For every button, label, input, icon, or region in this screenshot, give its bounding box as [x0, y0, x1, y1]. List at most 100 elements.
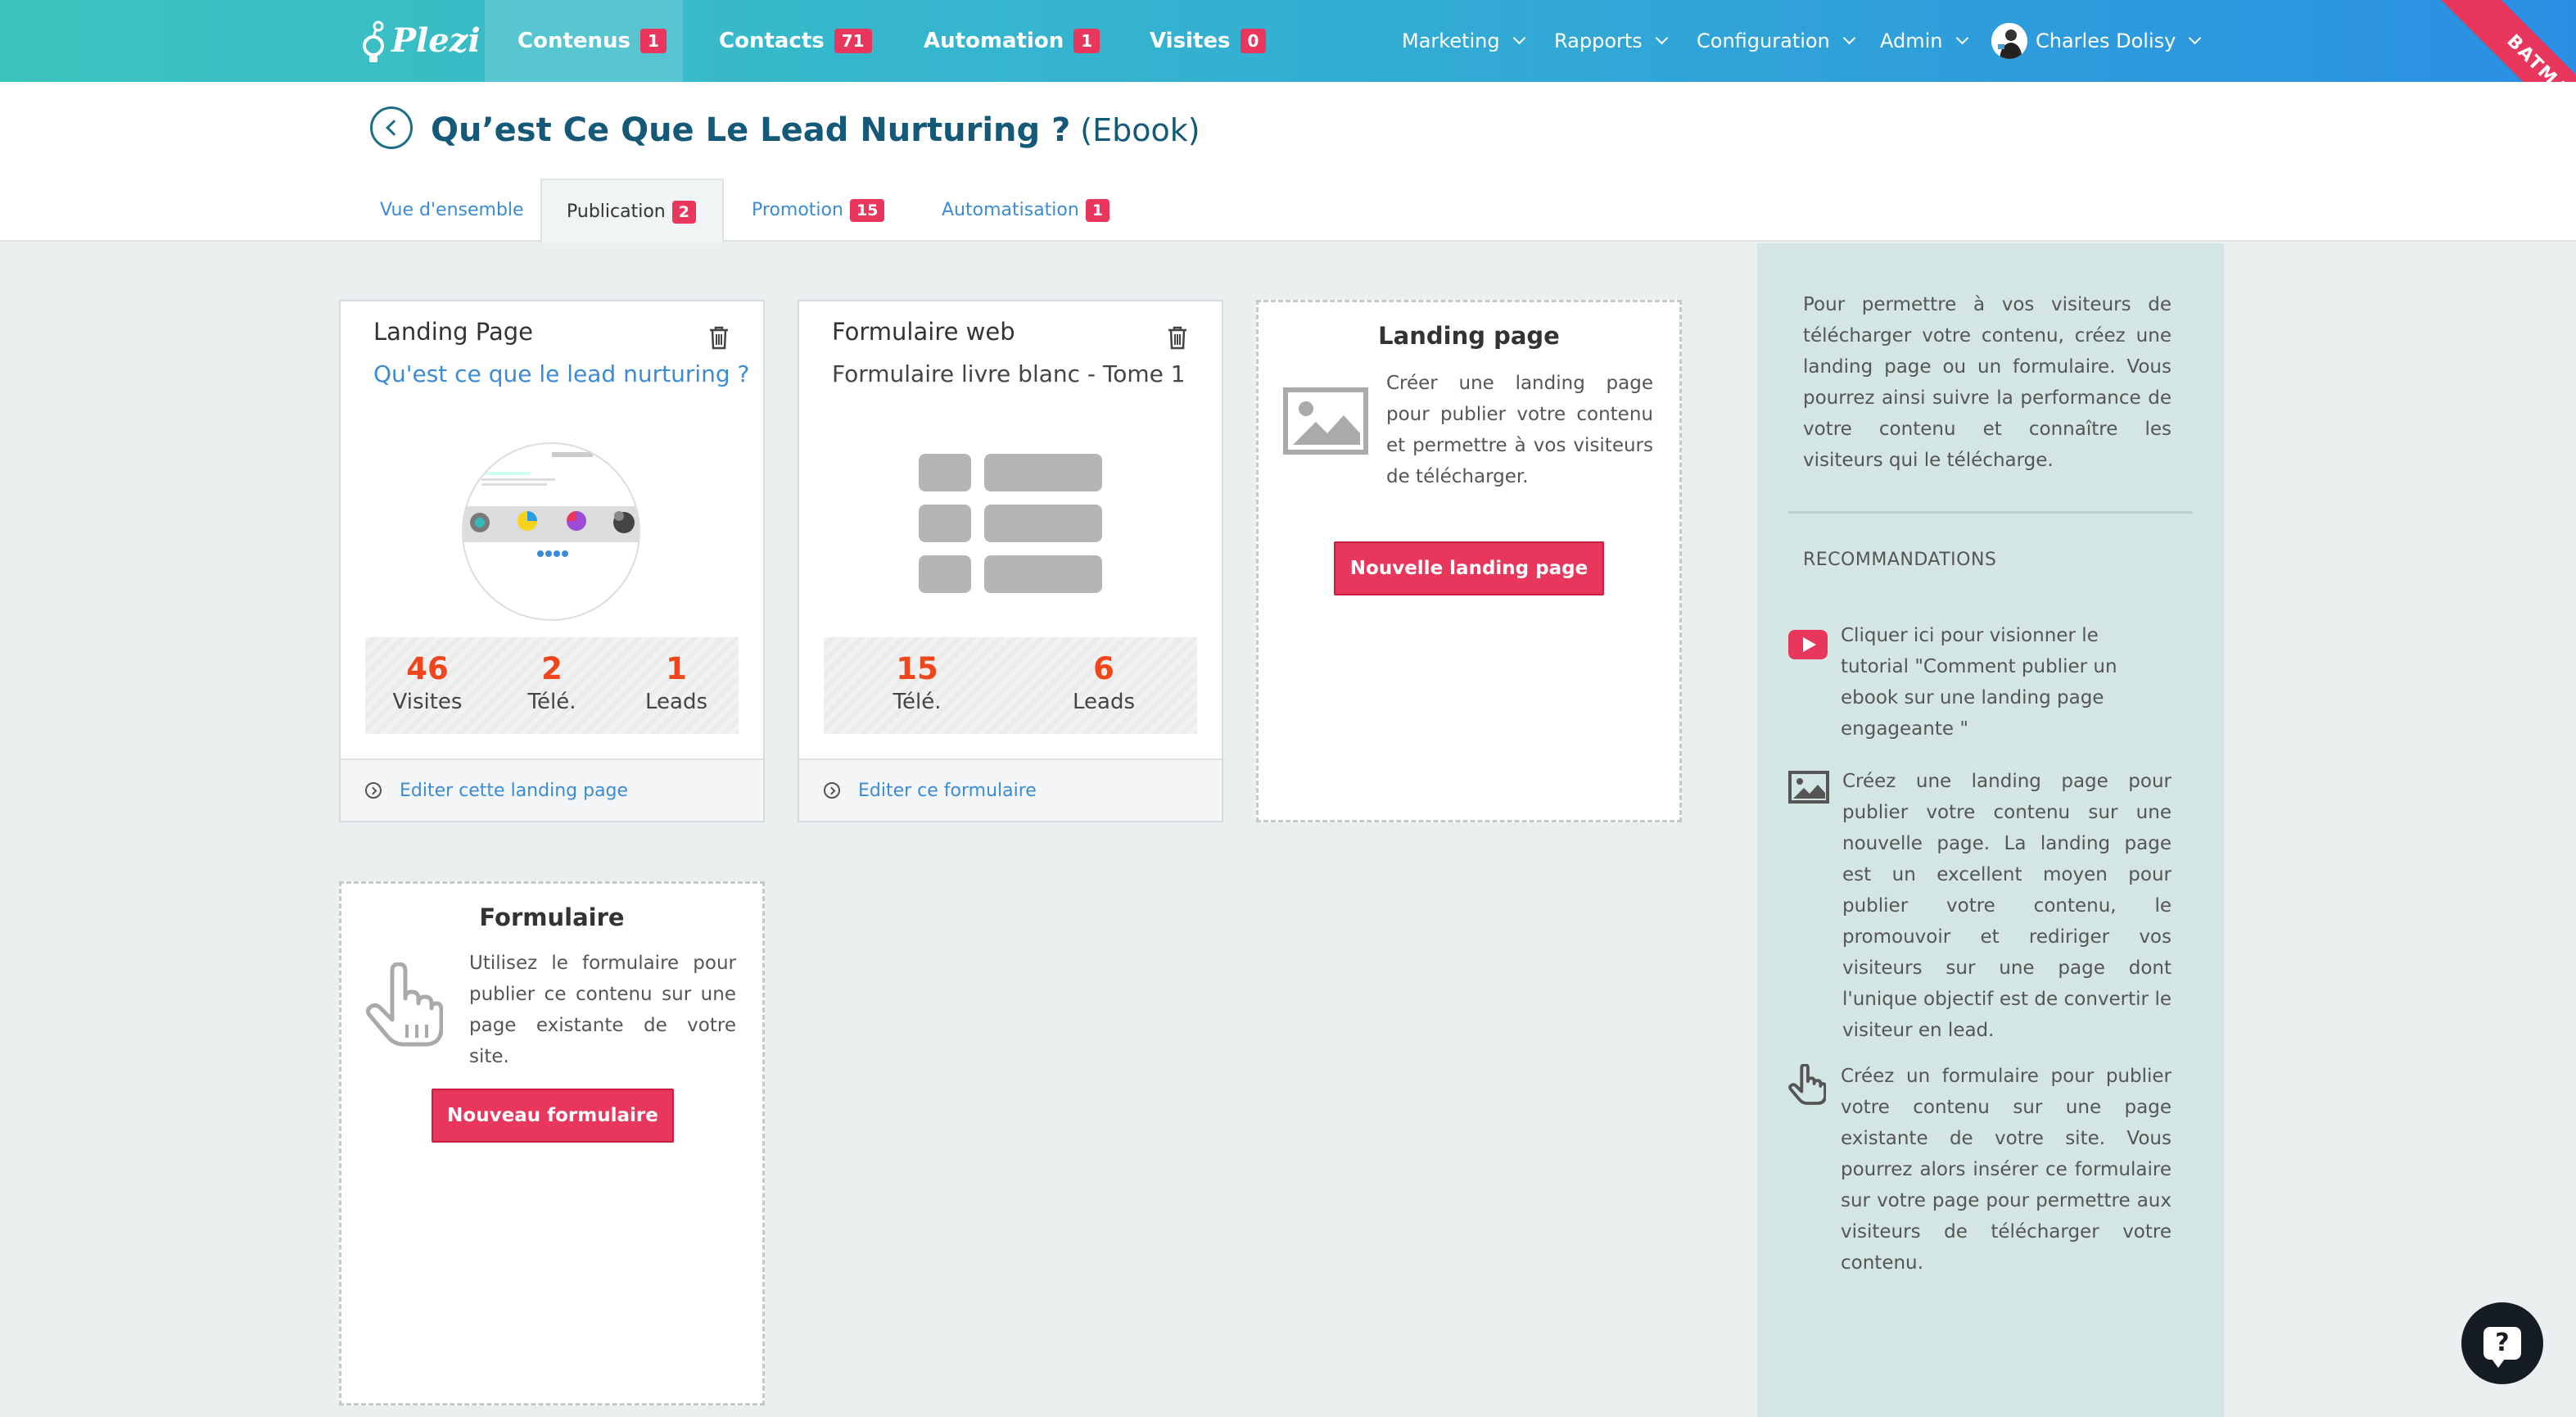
nav-label: Automation	[924, 29, 1064, 53]
menu-label: Marketing	[1402, 29, 1500, 52]
sidebar-heading: RECOMMANDATIONS	[1803, 550, 1997, 570]
web-form-card: Formulaire web Formulaire livre blanc - …	[798, 300, 1223, 822]
landing-page-card: Landing Page Qu'est ce que le lead nurtu…	[339, 300, 765, 822]
nav-contenus[interactable]: Contenus 1	[485, 0, 683, 82]
stat-label: Leads	[644, 690, 707, 714]
tab-promotion[interactable]: Promotion 15	[752, 179, 885, 242]
menu-admin[interactable]: Admin	[1880, 0, 1968, 82]
chevron-down-icon	[1512, 31, 1525, 44]
edit-form-link[interactable]: Editer ce formulaire	[799, 758, 1222, 821]
tab-badge: 15	[849, 198, 885, 222]
tab-label: Publication	[567, 201, 666, 222]
nav-label: Contacts	[719, 29, 825, 53]
tab-label: Vue d'ensemble	[380, 200, 524, 220]
stat-label: Leads	[1072, 690, 1135, 714]
chevron-left-icon	[385, 120, 402, 136]
web-form-stats: 15 Télé. 6 Leads	[824, 637, 1197, 734]
tab-publication[interactable]: Publication 2	[540, 179, 724, 243]
landing-page-thumbnail[interactable]	[462, 442, 640, 621]
page-header: Qu’est Ce Que Le Lead Nurturing ? (Ebook)…	[0, 82, 2576, 243]
menu-label: Rapports	[1554, 29, 1643, 52]
lightbulb-icon	[359, 18, 388, 62]
stat-leads: 6 Leads	[1010, 637, 1197, 734]
stat-value: 46	[406, 651, 449, 686]
top-navbar: Plezi Contenus 1 Contacts 71 Automation …	[0, 0, 2576, 180]
stat-visits: 46 Visites	[365, 637, 490, 734]
circle-arrow-icon	[824, 782, 840, 799]
menu-configuration[interactable]: Configuration	[1697, 0, 1856, 82]
new-landing-page-card: Landing page Créer une landing page pour…	[1256, 300, 1682, 822]
tab-vue-ensemble[interactable]: Vue d'ensemble	[380, 179, 524, 242]
trash-icon[interactable]	[707, 324, 730, 351]
nav-automation[interactable]: Automation 1	[924, 0, 1100, 82]
sidebar-divider	[1788, 511, 2193, 514]
nav-badge: 0	[1240, 29, 1267, 53]
nav-label: Contenus	[517, 29, 631, 53]
avatar	[1991, 23, 2027, 59]
pointer-hand-icon	[365, 962, 443, 1047]
back-button[interactable]	[370, 106, 413, 149]
user-menu[interactable]: Charles Dolisy	[1991, 0, 2202, 82]
footer-label: Editer ce formulaire	[858, 780, 1037, 801]
nav-label: Visites	[1150, 29, 1231, 53]
stat-value: 2	[541, 651, 563, 686]
tab-label: Promotion	[752, 200, 843, 220]
stat-label: Visites	[392, 690, 463, 714]
chevron-down-icon	[1955, 31, 1968, 44]
stat-label: Télé.	[893, 690, 942, 714]
stat-downloads: 2 Télé.	[490, 637, 614, 734]
stat-downloads: 15 Télé.	[824, 637, 1010, 734]
card-title: Landing Page	[373, 318, 533, 346]
recommendations-sidebar: Pour permettre à vos visiteurs de téléch…	[1757, 243, 2224, 1417]
chevron-down-icon	[2189, 31, 2202, 44]
new-landing-page-button[interactable]: Nouvelle landing page	[1334, 541, 1604, 595]
chevron-down-icon	[1842, 31, 1856, 44]
help-chat-button[interactable]: ?	[2461, 1302, 2543, 1384]
card-description: Créer une landing page pour publier votr…	[1386, 373, 1653, 487]
plezi-logo[interactable]: Plezi	[359, 11, 481, 69]
recommendation-landing-page: Créez une landing page pour publier votr…	[1842, 771, 2172, 1041]
tab-label: Automatisation	[942, 200, 1079, 220]
circle-arrow-icon	[365, 782, 382, 799]
form-placeholder-icon	[919, 454, 1102, 593]
nav-visites[interactable]: Visites 0	[1150, 0, 1267, 82]
content-type: (Ebook)	[1080, 112, 1200, 148]
menu-label: Configuration	[1697, 29, 1830, 52]
pointer-hand-icon	[1788, 1064, 1826, 1105]
image-icon	[1283, 387, 1368, 455]
edit-landing-page-link[interactable]: Editer cette landing page	[341, 758, 763, 821]
image-icon	[1788, 771, 1829, 804]
landing-page-stats: 46 Visites 2 Télé. 1 Leads	[365, 637, 739, 734]
nav-contacts[interactable]: Contacts 71	[719, 0, 872, 82]
logo-text: Plezi	[391, 20, 481, 60]
question-icon: ?	[2483, 1327, 2521, 1368]
stat-label: Télé.	[527, 690, 576, 714]
play-icon[interactable]	[1788, 630, 1828, 659]
nav-badge: 1	[640, 29, 667, 53]
menu-rapports[interactable]: Rapports	[1554, 0, 1669, 82]
menu-label: Admin	[1880, 29, 1943, 52]
new-form-button[interactable]: Nouveau formulaire	[432, 1089, 674, 1143]
content-title: Qu’est Ce Que Le Lead Nurturing ?	[431, 111, 1071, 149]
user-name: Charles Dolisy	[2036, 29, 2176, 52]
tab-automatisation[interactable]: Automatisation 1	[942, 179, 1110, 242]
trash-icon[interactable]	[1166, 324, 1189, 351]
tab-badge: 2	[671, 200, 696, 224]
landing-page-link[interactable]: Qu'est ce que le lead nurturing ?	[373, 360, 749, 387]
card-title: Landing page	[1378, 322, 1560, 350]
stat-value: 6	[1093, 651, 1114, 686]
new-form-card: Formulaire Utilisez le formulaire pour p…	[339, 881, 765, 1406]
card-description: Utilisez le formulaire pour publier ce c…	[469, 953, 736, 1067]
stat-leads: 1 Leads	[614, 637, 739, 734]
recommendation-form: Créez un formulaire pour publier votre c…	[1841, 1066, 2172, 1274]
card-title: Formulaire	[479, 903, 625, 931]
tab-badge: 1	[1085, 198, 1110, 222]
nav-badge: 71	[834, 29, 872, 53]
stat-value: 1	[666, 651, 687, 686]
footer-label: Editer cette landing page	[400, 780, 629, 801]
form-name: Formulaire livre blanc - Tome 1	[832, 360, 1186, 387]
page-title: Qu’est Ce Que Le Lead Nurturing ? (Ebook)	[431, 106, 1200, 154]
recommendation-tutorial[interactable]: Cliquer ici pour visionner le tutorial "…	[1841, 620, 2172, 745]
menu-marketing[interactable]: Marketing	[1402, 0, 1525, 82]
sidebar-intro: Pour permettre à vos visiteurs de téléch…	[1803, 294, 2172, 471]
